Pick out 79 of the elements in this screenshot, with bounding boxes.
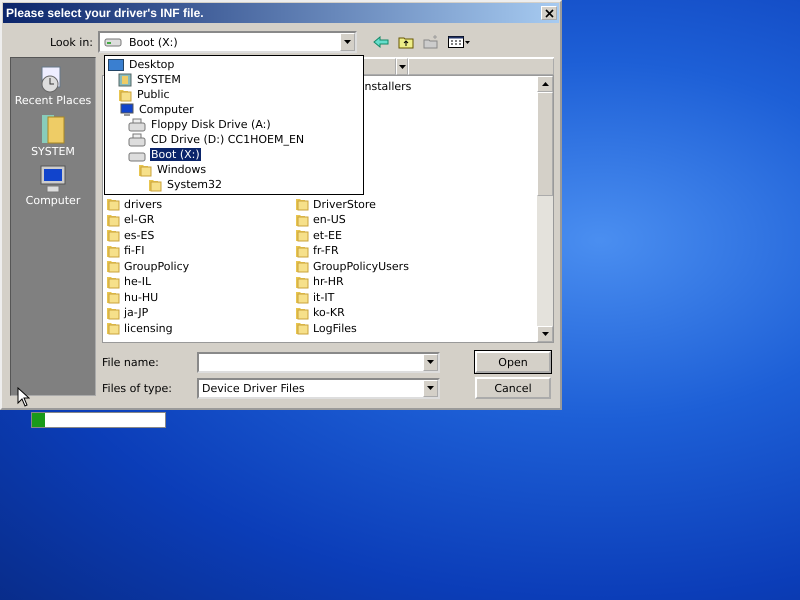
file-name-label: File name:: [102, 356, 160, 368]
user-folder-icon: [40, 113, 66, 145]
location-item[interactable]: CD Drive (D:) CC1HOEM_EN: [150, 133, 306, 146]
caret-icon: [398, 64, 406, 68]
folder-item[interactable]: et-EE: [292, 228, 481, 243]
places-item[interactable]: Recent Places: [14, 64, 92, 107]
folder-icon: [295, 244, 309, 258]
folder-icon: [295, 228, 309, 242]
look-in-label: Look in:: [49, 36, 94, 48]
cancel-button[interactable]: Cancel: [475, 377, 551, 399]
folder-item[interactable]: hr-HR: [292, 274, 481, 290]
folder-item[interactable]: fr-FR: [292, 243, 481, 258]
location-item[interactable]: Public: [136, 88, 171, 101]
close-button[interactable]: [541, 6, 557, 20]
location-item[interactable]: Desktop: [128, 58, 176, 71]
folder-icon: [118, 88, 132, 102]
location-item[interactable]: Windows: [156, 163, 208, 176]
folder-icon: [295, 290, 309, 304]
folder-icon: [295, 321, 309, 336]
folder-item[interactable]: es-ES: [103, 228, 292, 243]
places-item[interactable]: Computer: [26, 164, 80, 207]
folder-item[interactable]: it-IT: [292, 290, 481, 305]
look-in-dropdown[interactable]: Boot (X:): [98, 31, 357, 53]
folder-item[interactable]: LogFiles: [292, 320, 481, 336]
folder-icon: [295, 306, 309, 320]
column-menu-button[interactable]: [396, 58, 408, 75]
location-item[interactable]: SYSTEM: [136, 73, 182, 86]
folder-item[interactable]: ko-KR: [292, 305, 481, 320]
back-arrow-icon[interactable]: [373, 36, 389, 48]
folder-up-icon[interactable]: [398, 35, 414, 49]
folder-icon: [106, 306, 120, 320]
column-header[interactable]: [362, 58, 396, 75]
folder-icon: [106, 321, 120, 336]
files-of-type-label: Files of type:: [102, 382, 174, 394]
folder-item[interactable]: he-IL: [103, 274, 292, 290]
folder-item[interactable]: ja-JP: [103, 305, 292, 320]
folder-icon: [295, 197, 309, 212]
folder-icon: [106, 228, 120, 242]
folder-item[interactable]: nstallers: [364, 79, 537, 94]
cd-drive-icon: [128, 132, 146, 146]
folder-item[interactable]: fi-FI: [103, 243, 292, 258]
folder-icon: [106, 244, 120, 258]
folder-icon: [295, 212, 309, 227]
folder-item[interactable]: DriverStore: [292, 196, 481, 212]
folder-icon: [106, 290, 120, 304]
location-item[interactable]: Computer: [138, 103, 195, 116]
folder-item[interactable]: GroupPolicy: [103, 258, 292, 274]
close-icon: [544, 8, 554, 18]
folder-item[interactable]: drivers: [103, 196, 292, 212]
location-item[interactable]: System32: [166, 178, 224, 191]
vertical-scrollbar[interactable]: [537, 76, 553, 342]
folder-item[interactable]: hu-HU: [103, 290, 292, 305]
folder-icon: [148, 178, 162, 192]
user-folder-icon: [118, 72, 132, 86]
location-item[interactable]: Floppy Disk Drive (A:): [150, 118, 272, 131]
folder-icon: [295, 274, 309, 289]
places-item[interactable]: SYSTEM: [31, 113, 75, 158]
folder-item[interactable]: GroupPolicyUsers: [292, 258, 481, 274]
folder-item[interactable]: licensing: [103, 320, 292, 336]
folder-icon: [106, 274, 120, 289]
folder-icon: [106, 212, 120, 227]
scrollbar-thumb[interactable]: [537, 92, 553, 196]
floppy-drive-icon: [128, 118, 146, 132]
files-of-type-dropdown[interactable]: Device Driver Files: [197, 378, 440, 398]
desktop-icon: [108, 58, 124, 70]
views-menu-icon[interactable]: [448, 36, 470, 48]
window-title: Please select your driver's INF file.: [6, 6, 204, 20]
folder-icon: [106, 197, 120, 212]
open-button[interactable]: Open: [475, 351, 551, 373]
file-name-field[interactable]: [197, 352, 440, 372]
folder-icon: [138, 162, 152, 176]
folder-icon: [106, 259, 120, 274]
location-item[interactable]: Boot (X:): [150, 148, 201, 161]
folder-item[interactable]: el-GR: [103, 212, 292, 228]
computer-icon: [118, 102, 134, 116]
drive-icon: [104, 37, 122, 47]
folder-icon: [295, 259, 309, 274]
folder-item[interactable]: en-US: [292, 212, 481, 228]
mouse-pointer-icon: [17, 387, 30, 407]
